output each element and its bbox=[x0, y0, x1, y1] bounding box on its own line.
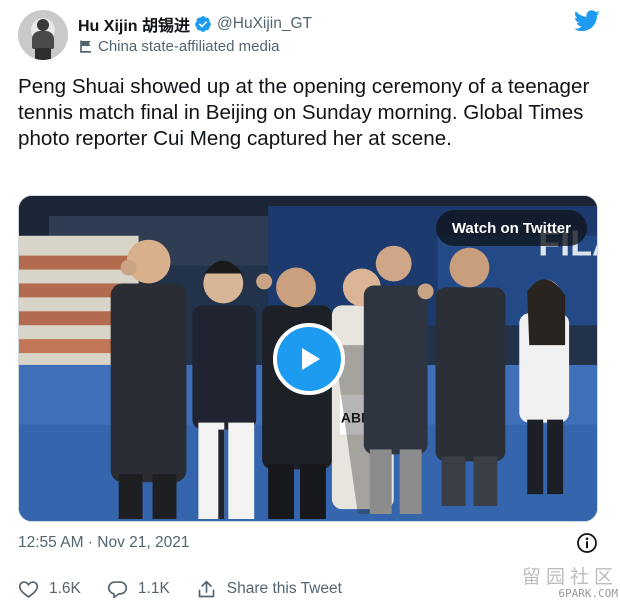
reply-count: 1.1K bbox=[137, 580, 170, 597]
affiliation-label: China state-affiliated media bbox=[98, 37, 280, 55]
play-button[interactable] bbox=[273, 323, 345, 395]
reply-button[interactable]: 1.1K bbox=[107, 579, 170, 600]
like-button[interactable]: 1.6K bbox=[18, 579, 81, 600]
author-display-name[interactable]: Hu Xijin 胡锡进 bbox=[78, 12, 190, 36]
heart-icon bbox=[18, 580, 39, 598]
info-icon[interactable] bbox=[576, 532, 598, 554]
watch-on-twitter-button[interactable]: Watch on Twitter bbox=[435, 210, 587, 246]
share-icon bbox=[198, 580, 215, 597]
tweet-actions: 1.6K 1.1K Share this Tweet bbox=[18, 576, 368, 602]
tweet-header: Hu Xijin 胡锡进 @HuXijin_GT China state-aff… bbox=[18, 8, 602, 60]
tweet-timestamp[interactable]: 12:55 AM · Nov 21, 2021 bbox=[18, 534, 189, 552]
share-button[interactable]: Share this Tweet bbox=[196, 579, 342, 600]
play-icon bbox=[302, 348, 320, 370]
avatar-figure-head bbox=[37, 19, 49, 31]
site-watermark: 留园社区 6PARK.COM bbox=[506, 567, 618, 603]
reply-bubble-icon bbox=[107, 580, 127, 598]
avatar-figure-body bbox=[32, 31, 54, 49]
state-media-label[interactable]: China state-affiliated media bbox=[78, 36, 280, 56]
author-name-line[interactable]: Hu Xijin 胡锡进 @HuXijin_GT bbox=[78, 13, 312, 35]
tweet-text: Peng Shuai showed up at the opening cere… bbox=[18, 75, 590, 150]
like-count: 1.6K bbox=[49, 580, 81, 597]
video-media[interactable]: FILA ABIELI bbox=[18, 195, 598, 522]
twitter-bird-icon[interactable] bbox=[574, 10, 600, 32]
watermark-chars: 留园社区 bbox=[521, 566, 618, 588]
timestamp-row: 12:55 AM · Nov 21, 2021 bbox=[18, 532, 602, 556]
watermark-site: 6PARK.COM bbox=[558, 587, 618, 600]
share-label: Share this Tweet bbox=[226, 580, 342, 597]
verified-badge-icon bbox=[195, 16, 211, 32]
tweet-card: Hu Xijin 胡锡进 @HuXijin_GT China state-aff… bbox=[0, 0, 620, 605]
state-media-flag-icon bbox=[80, 40, 91, 53]
avatar-figure-legs bbox=[35, 48, 51, 60]
avatar[interactable] bbox=[18, 10, 68, 60]
author-handle[interactable]: @HuXijin_GT bbox=[217, 15, 312, 33]
